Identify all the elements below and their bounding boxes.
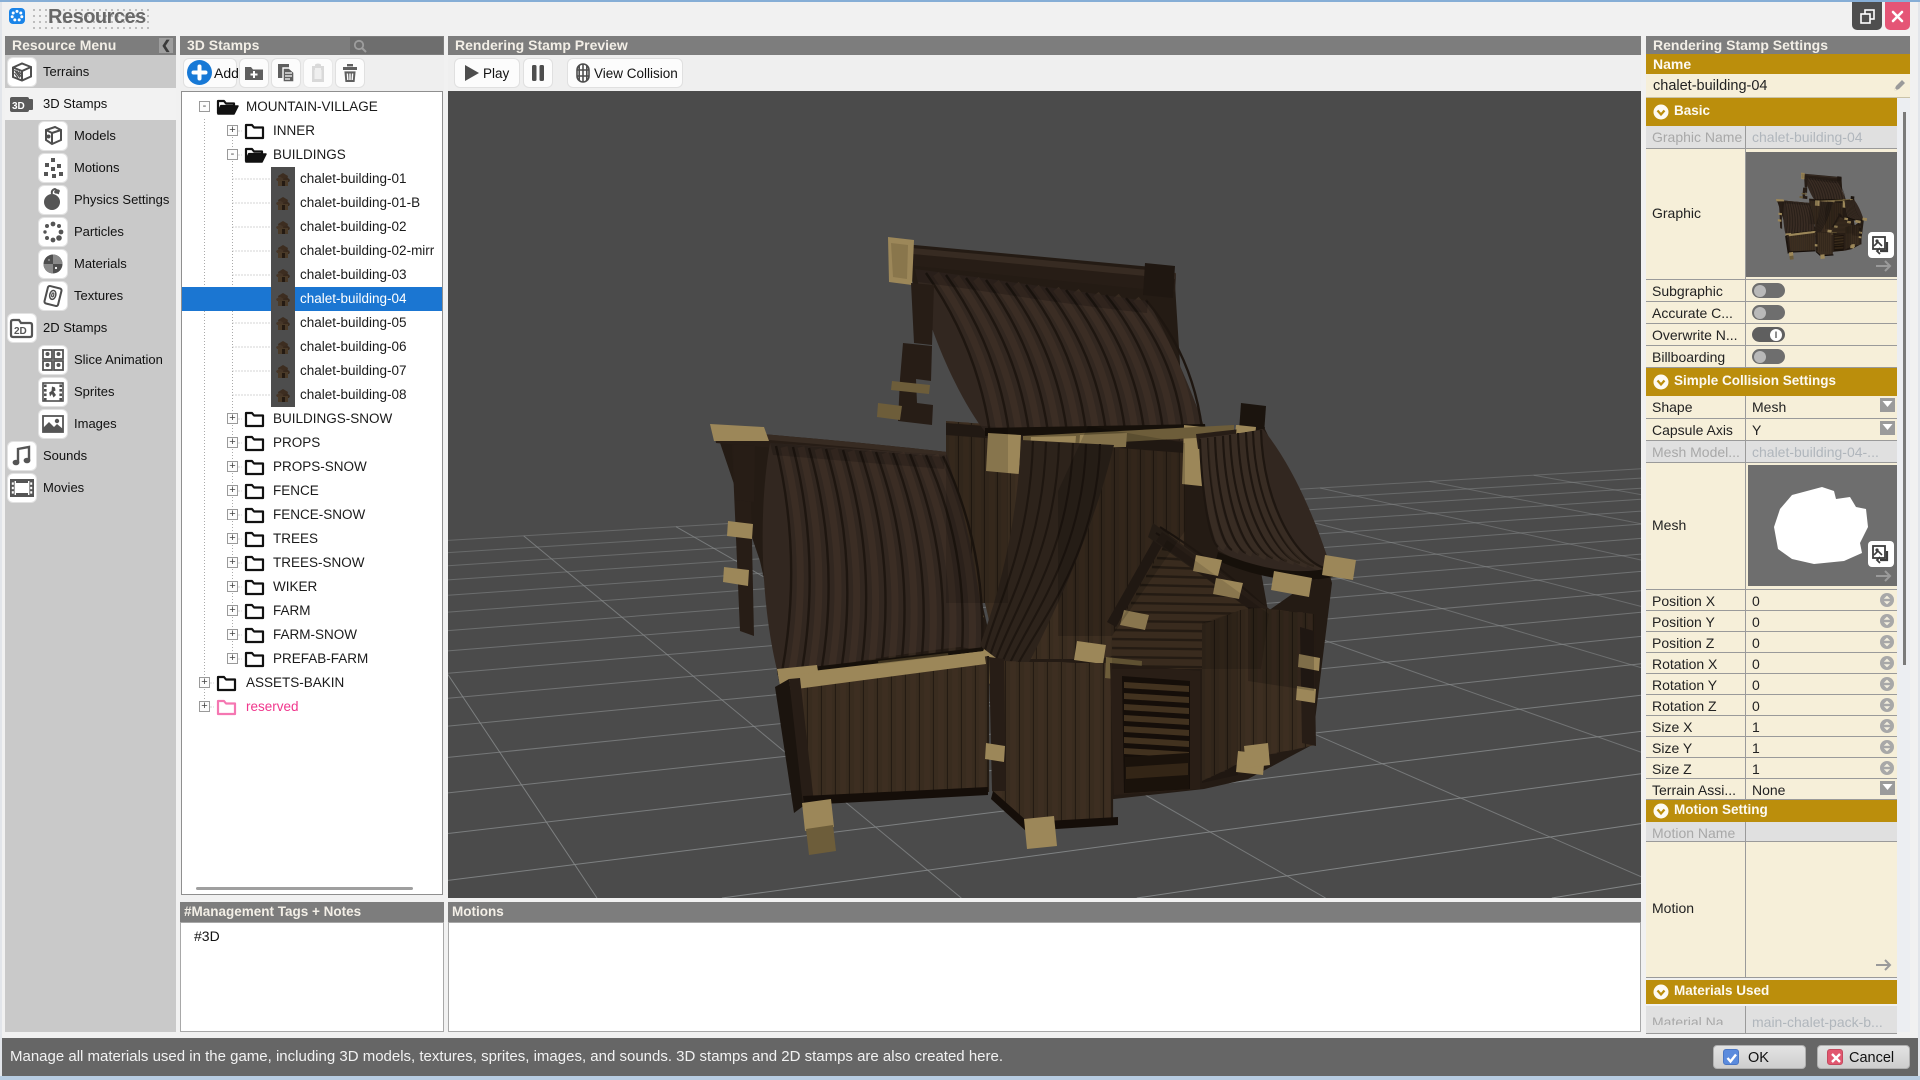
svg-text:2D: 2D (14, 326, 27, 337)
svg-text:3D: 3D (12, 101, 25, 112)
